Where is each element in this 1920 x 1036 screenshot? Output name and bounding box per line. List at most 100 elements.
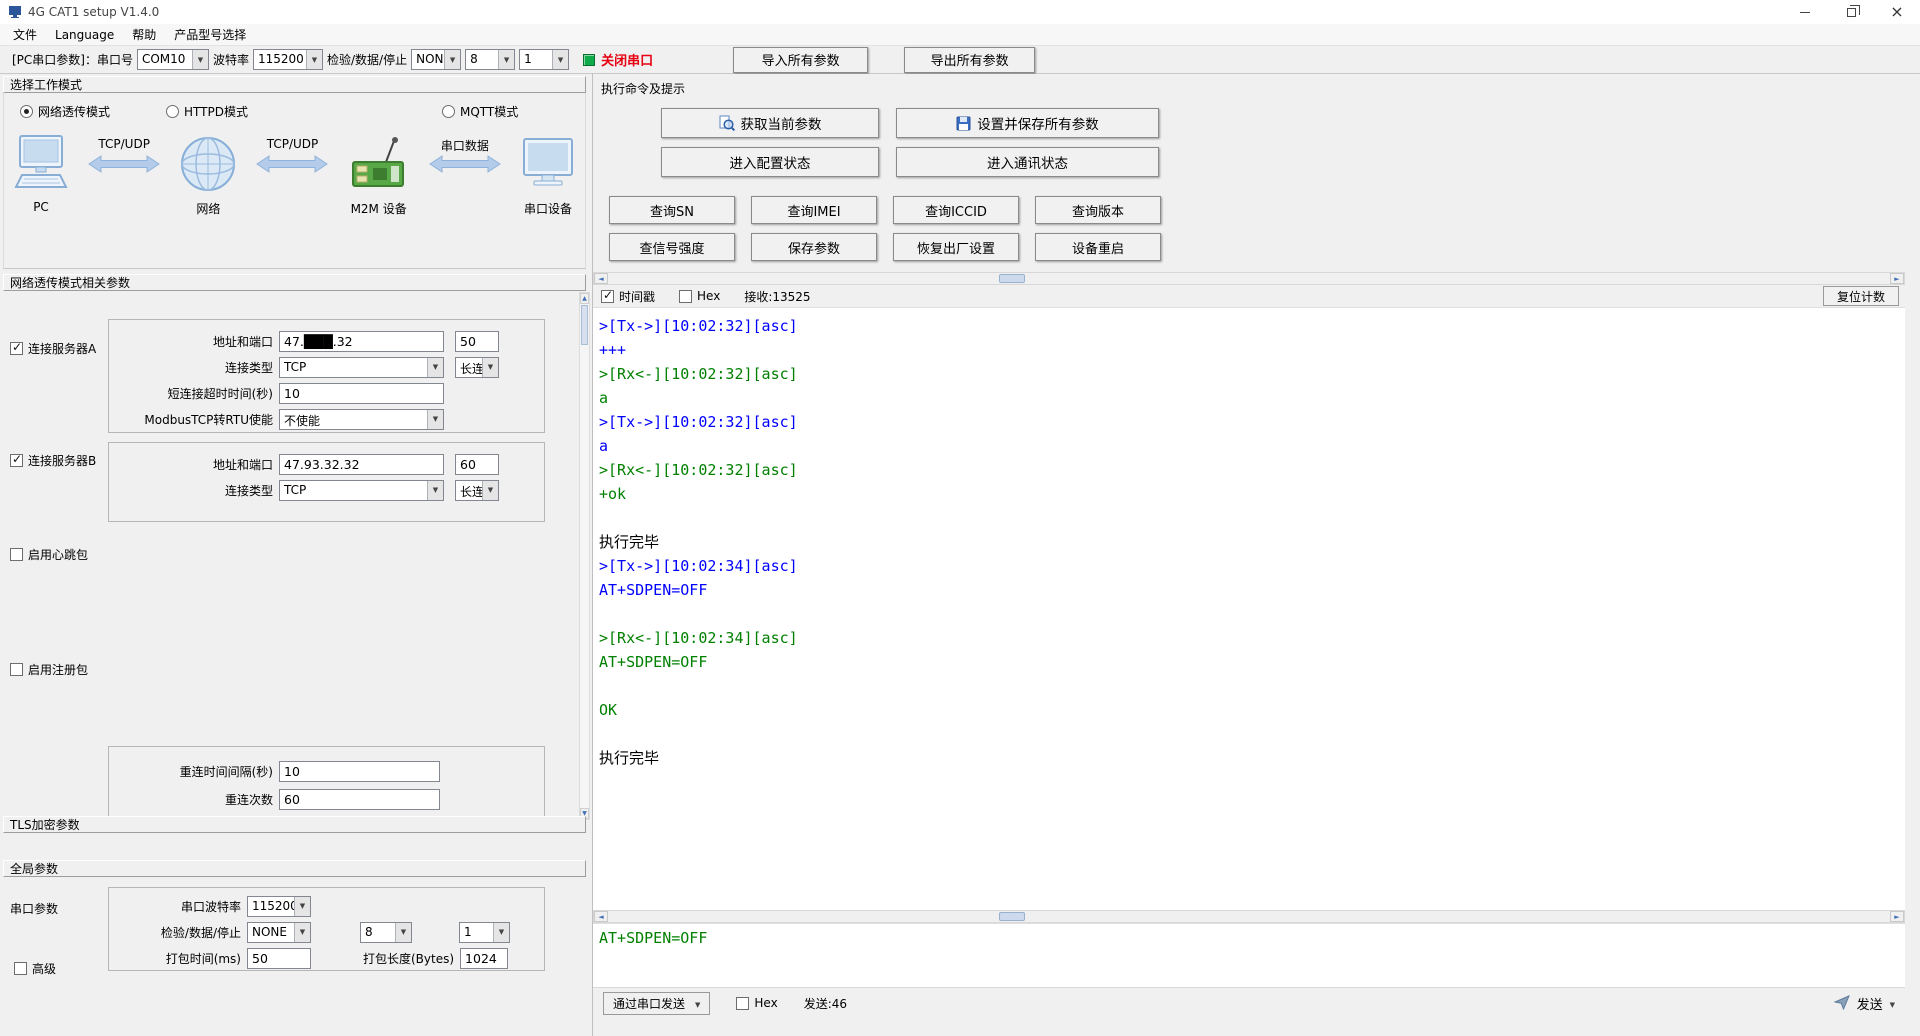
chevron-down-icon[interactable] bbox=[552, 50, 568, 69]
server-a-keepalive-select[interactable]: 长连接 bbox=[455, 357, 499, 378]
query-imei-button[interactable]: 查询IMEI bbox=[751, 196, 877, 224]
log-scrollbar-top[interactable] bbox=[593, 272, 1905, 285]
server-a-port-input[interactable]: 50 bbox=[455, 331, 499, 352]
global-baud-select[interactable]: 115200 bbox=[247, 896, 311, 917]
scrollbar-thumb[interactable] bbox=[999, 912, 1025, 921]
chevron-down-icon[interactable] bbox=[294, 897, 310, 916]
chevron-down-icon[interactable] bbox=[498, 50, 514, 69]
reconnect-interval-label: 重连时间间隔(秒) bbox=[111, 763, 279, 780]
send-via-serial-button[interactable]: 通过串口发送 bbox=[603, 992, 710, 1015]
send-input[interactable]: AT+SDPEN=OFF bbox=[593, 923, 1905, 987]
left-panel-scrollbar[interactable] bbox=[579, 292, 590, 820]
tls-section-header[interactable]: TLS加密参数 bbox=[3, 816, 586, 833]
advanced-checkbox[interactable]: 高级 bbox=[14, 960, 56, 977]
global-baud-label: 串口波特率 bbox=[111, 898, 247, 915]
register-packet-checkbox[interactable]: 启用注册包 bbox=[10, 661, 88, 678]
chevron-down-icon[interactable] bbox=[395, 923, 411, 942]
scrollbar-thumb[interactable] bbox=[581, 305, 588, 345]
global-section-header[interactable]: 全局参数 bbox=[3, 860, 586, 877]
heartbeat-checkbox[interactable]: 启用心跳包 bbox=[10, 546, 88, 563]
stopbits-select[interactable]: 1 bbox=[519, 49, 569, 70]
enter-comm-button[interactable]: 进入通讯状态 bbox=[896, 147, 1159, 177]
query-sn-button[interactable]: 查询SN bbox=[609, 196, 735, 224]
reboot-button[interactable]: 设备重启 bbox=[1035, 233, 1161, 261]
server-a-address-input[interactable]: 47.███.32 bbox=[279, 331, 444, 352]
query-iccid-button[interactable]: 查询ICCID bbox=[893, 196, 1019, 224]
factory-reset-button[interactable]: 恢复出厂设置 bbox=[893, 233, 1019, 261]
short-timeout-label: 短连接超时时间(秒) bbox=[111, 385, 279, 402]
query-version-button[interactable]: 查询版本 bbox=[1035, 196, 1161, 224]
chevron-down-icon[interactable] bbox=[192, 50, 208, 69]
chevron-down-icon[interactable] bbox=[427, 358, 443, 377]
scroll-right-icon[interactable] bbox=[1890, 911, 1904, 922]
close-port-button[interactable]: 关闭串口 bbox=[583, 50, 653, 69]
com-port-select[interactable]: COM10 bbox=[137, 49, 209, 70]
workmode-section-header[interactable]: 选择工作模式 bbox=[3, 76, 586, 93]
restore-button[interactable] bbox=[1828, 0, 1874, 24]
short-timeout-input[interactable]: 10 bbox=[279, 383, 444, 404]
menu-product-model[interactable]: 产品型号选择 bbox=[165, 24, 255, 45]
radio-mqtt-mode[interactable]: MQTT模式 bbox=[442, 103, 518, 120]
log-scrollbar-bottom[interactable] bbox=[593, 910, 1905, 923]
databits-select[interactable]: 8 bbox=[465, 49, 515, 70]
send-hex-checkbox[interactable]: Hex bbox=[736, 996, 777, 1010]
save-params-button[interactable]: 保存参数 bbox=[751, 233, 877, 261]
parity-select[interactable]: NONI bbox=[411, 49, 461, 70]
global-parity-select[interactable]: NONE bbox=[247, 922, 311, 943]
import-params-button[interactable]: 导入所有参数 bbox=[733, 47, 868, 73]
scroll-up-icon[interactable] bbox=[580, 293, 589, 304]
chevron-down-icon[interactable] bbox=[427, 410, 443, 429]
query-signal-button[interactable]: 查信号强度 bbox=[609, 233, 735, 261]
pack-time-input[interactable]: 50 bbox=[247, 948, 311, 969]
reset-count-button[interactable]: 复位计数 bbox=[1823, 286, 1899, 306]
chevron-down-icon[interactable] bbox=[493, 923, 509, 942]
send-button[interactable]: 发送 bbox=[1834, 994, 1895, 1013]
baud-select[interactable]: 115200 bbox=[253, 49, 323, 70]
radio-httpd-mode[interactable]: HTTPD模式 bbox=[166, 103, 248, 120]
main-area: 选择工作模式 网络透传模式 HTTPD模式 MQTT模式 bbox=[0, 74, 1920, 1036]
server-b-type-select[interactable]: TCP bbox=[279, 480, 444, 501]
server-b-checkbox[interactable]: 连接服务器B bbox=[10, 452, 96, 469]
global-stopbits-select[interactable]: 1 bbox=[459, 922, 510, 943]
scrollbar-thumb[interactable] bbox=[999, 274, 1025, 283]
server-b-port-input[interactable]: 60 bbox=[455, 454, 499, 475]
reconnect-interval-input[interactable]: 10 bbox=[279, 761, 440, 782]
chevron-down-icon[interactable] bbox=[482, 358, 498, 377]
chevron-down-icon[interactable] bbox=[427, 481, 443, 500]
minimize-button[interactable] bbox=[1782, 0, 1828, 24]
server-a-checkbox[interactable]: 连接服务器A bbox=[10, 340, 96, 357]
enter-config-button[interactable]: 进入配置状态 bbox=[661, 147, 879, 177]
close-button[interactable] bbox=[1874, 0, 1920, 24]
export-params-button[interactable]: 导出所有参数 bbox=[904, 47, 1035, 73]
log-controls: 时间戳 Hex 接收:13525 复位计数 bbox=[593, 285, 1905, 307]
reconnect-count-input[interactable]: 60 bbox=[279, 789, 440, 810]
chevron-down-icon[interactable] bbox=[482, 481, 498, 500]
scroll-left-icon[interactable] bbox=[594, 273, 608, 284]
global-databits-select[interactable]: 8 bbox=[360, 922, 412, 943]
set-save-params-button[interactable]: 设置并保存所有参数 bbox=[896, 108, 1159, 138]
log-line: AT+SDPEN=OFF bbox=[599, 650, 1903, 674]
chevron-down-icon[interactable] bbox=[294, 923, 310, 942]
log-area[interactable]: >[Tx->][10:02:32][asc]+++>[Rx<-][10:02:3… bbox=[593, 307, 1905, 910]
hex-display-checkbox[interactable]: Hex bbox=[679, 289, 720, 303]
get-params-button[interactable]: 获取当前参数 bbox=[661, 108, 879, 138]
server-b-keepalive-select[interactable]: 长连接 bbox=[455, 480, 499, 501]
radio-selected-icon bbox=[20, 105, 33, 118]
menu-language[interactable]: Language bbox=[46, 26, 123, 44]
chevron-down-icon[interactable] bbox=[444, 50, 460, 69]
server-b-box: 地址和端口 47.93.32.32 60 连接类型 TCP 长连接 bbox=[108, 442, 545, 522]
menu-help[interactable]: 帮助 bbox=[123, 24, 165, 45]
scroll-left-icon[interactable] bbox=[594, 911, 608, 922]
app-icon bbox=[8, 5, 22, 19]
chevron-down-icon[interactable] bbox=[306, 50, 322, 69]
menu-file[interactable]: 文件 bbox=[4, 24, 46, 45]
timestamp-checkbox[interactable]: 时间戳 bbox=[601, 288, 655, 305]
scroll-right-icon[interactable] bbox=[1890, 273, 1904, 284]
server-b-address-input[interactable]: 47.93.32.32 bbox=[279, 454, 444, 475]
radio-transparent-mode[interactable]: 网络透传模式 bbox=[20, 103, 110, 120]
modbus-select[interactable]: 不使能 bbox=[279, 409, 444, 430]
net-params-section-header[interactable]: 网络透传模式相关参数 bbox=[3, 274, 586, 291]
server-a-type-select[interactable]: TCP bbox=[279, 357, 444, 378]
log-line bbox=[599, 602, 1903, 626]
pack-len-input[interactable]: 1024 bbox=[460, 948, 508, 969]
